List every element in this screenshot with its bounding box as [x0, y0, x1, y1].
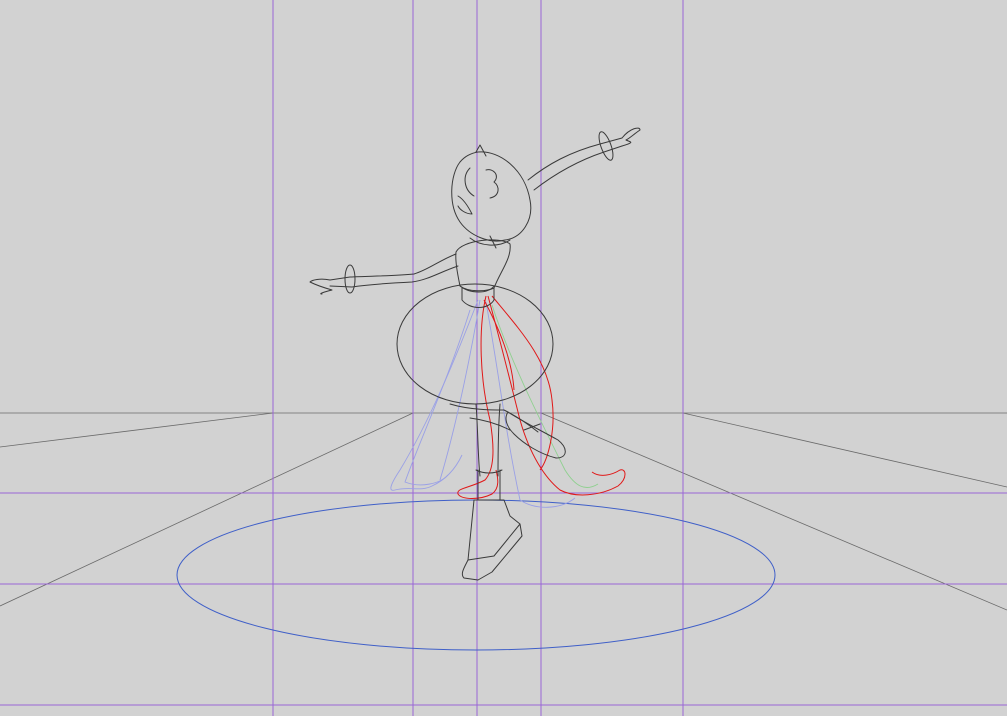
perspective-guides	[0, 412, 1007, 611]
dancer-standing-leg	[475, 403, 501, 477]
dancer-neck	[489, 235, 497, 249]
perspective-line-right-far	[682, 412, 1007, 488]
perspective-line-left-far	[0, 412, 274, 448]
dancer-right-hand	[621, 127, 641, 147]
dancer-right-bracelet	[598, 131, 614, 161]
dancer-hair-swirl	[464, 167, 475, 197]
dancer-left-arm	[329, 253, 459, 288]
dancer-face	[457, 169, 499, 215]
dancer-standing-shoe	[461, 499, 523, 581]
dancer-head	[451, 151, 532, 242]
dancer-torso	[455, 239, 511, 292]
dancer-right-arm	[527, 137, 623, 191]
canvas-svg	[0, 0, 1007, 716]
dancer-lineart	[309, 127, 641, 581]
spotlight-ellipse	[176, 499, 776, 651]
drawing-canvas[interactable]	[0, 0, 1007, 716]
dancer-raised-leg	[449, 403, 539, 433]
perspective-line-left-near	[0, 412, 414, 607]
dancer-raised-shoe	[505, 411, 566, 459]
layout-guides	[0, 0, 1007, 716]
dancer-left-bracelet	[344, 264, 356, 294]
dancer-left-hand	[309, 278, 333, 295]
